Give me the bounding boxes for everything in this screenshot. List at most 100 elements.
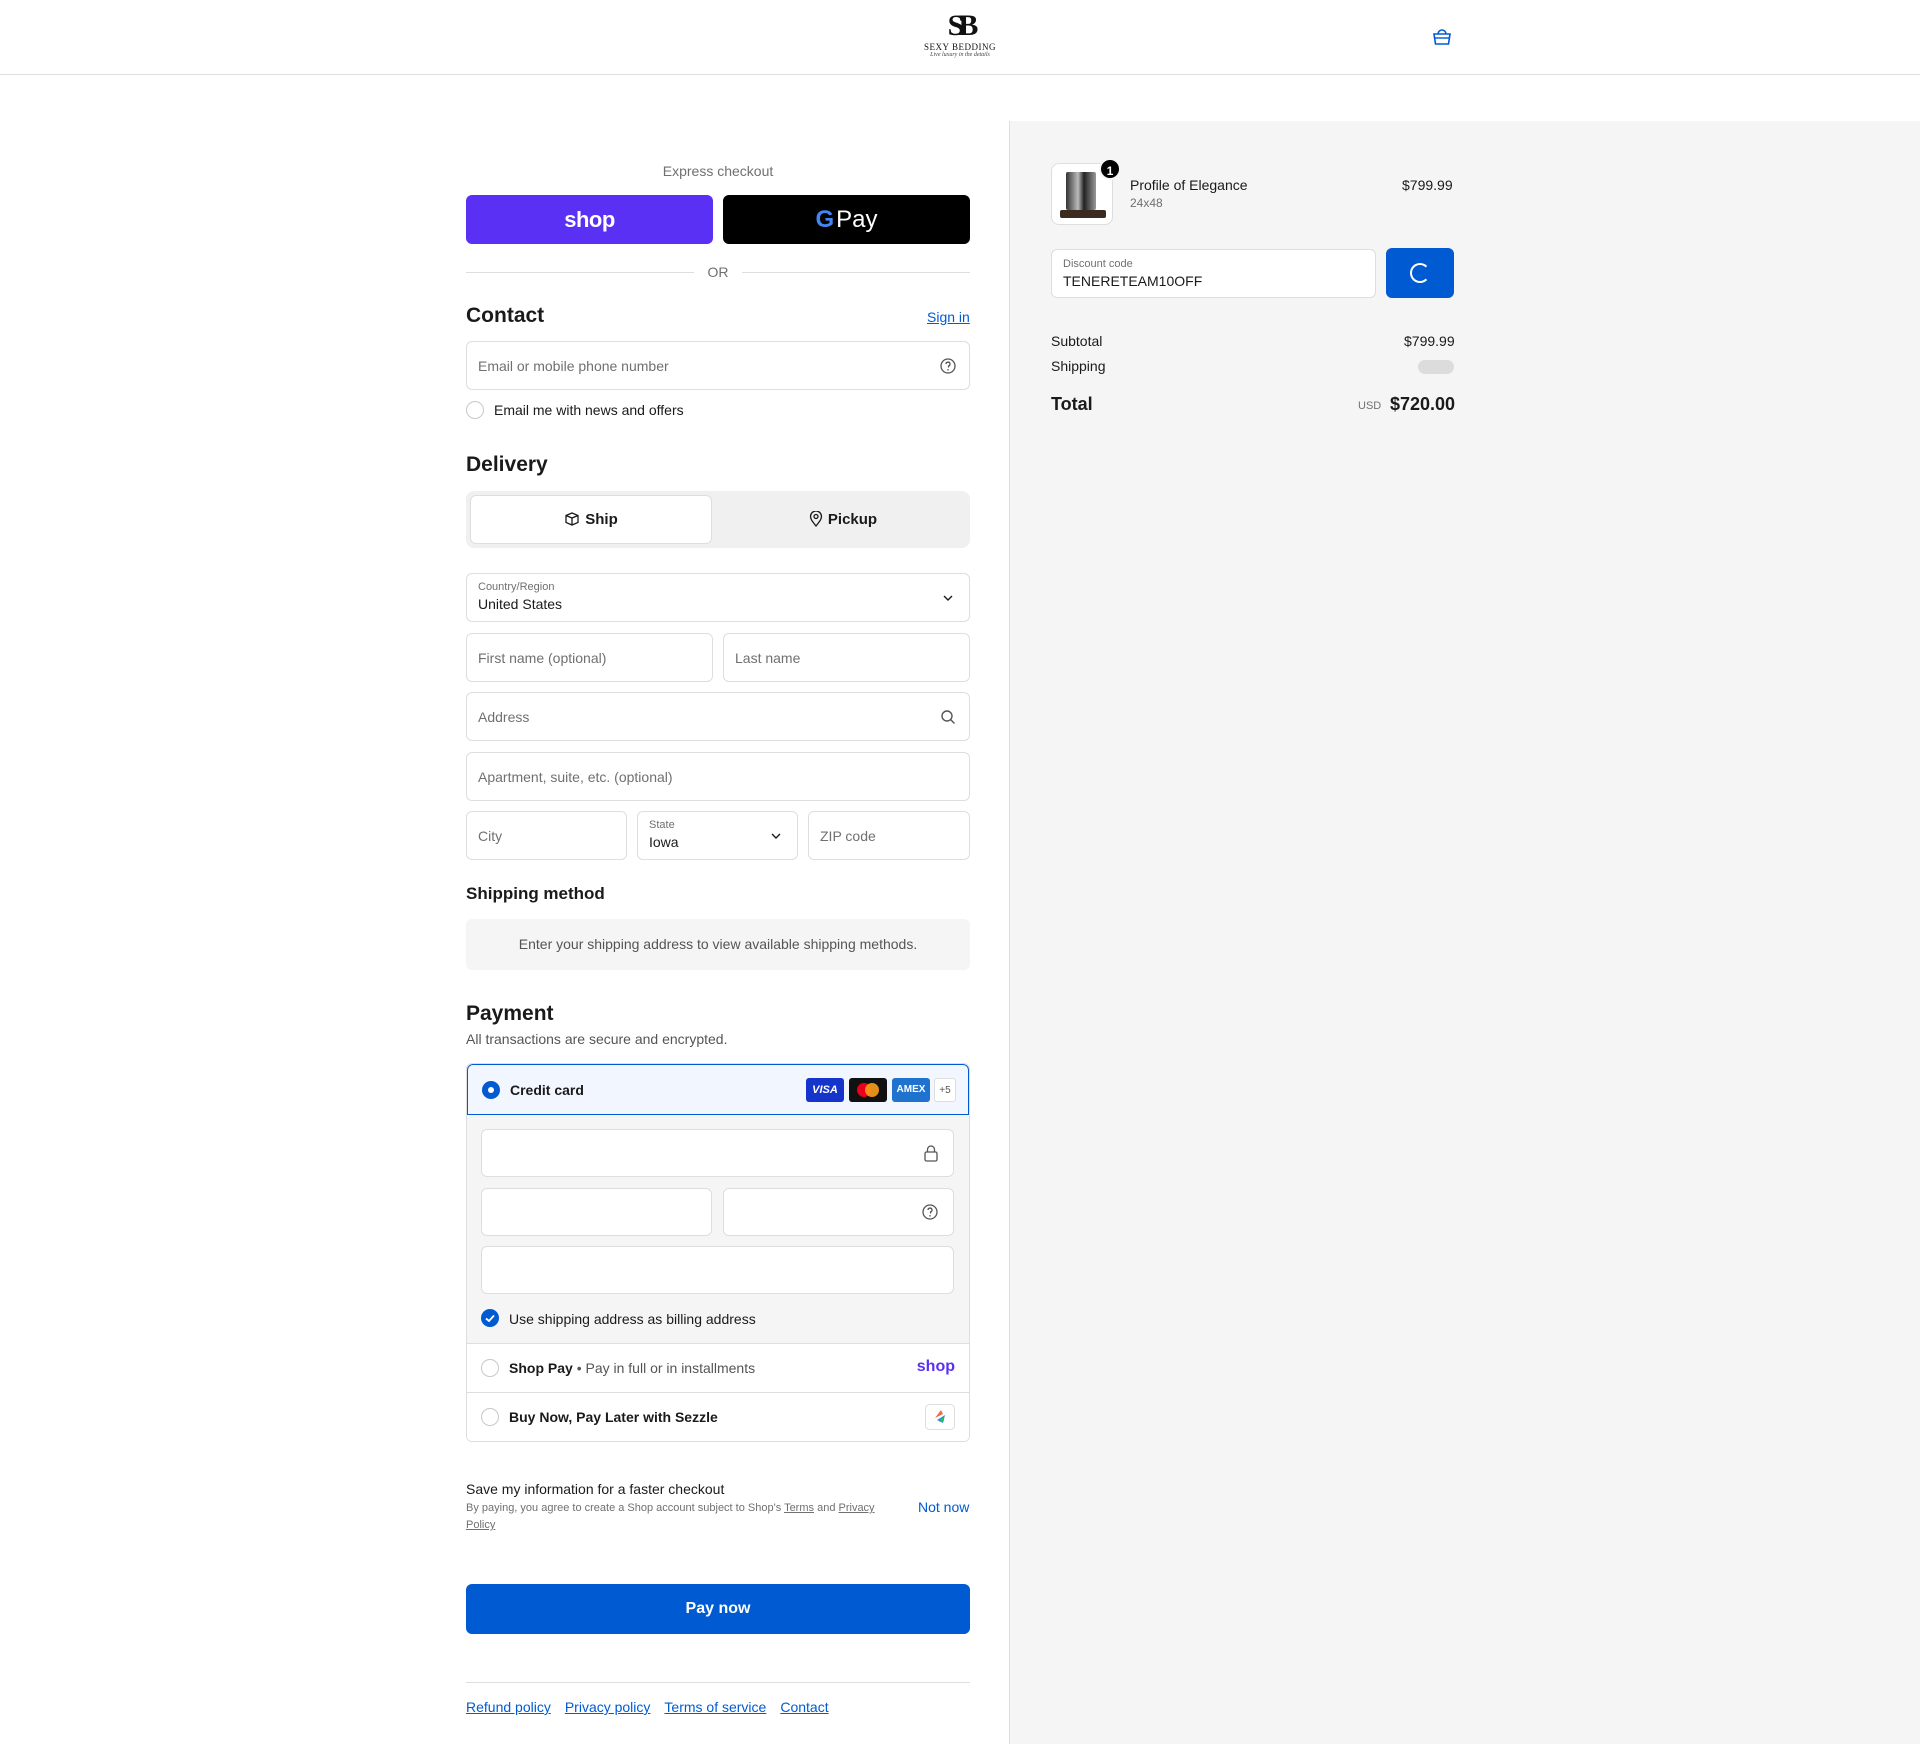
not-now-button[interactable]: Not now — [918, 1499, 969, 1515]
terms-of-service-link[interactable]: Terms of service — [664, 1699, 766, 1715]
location-pin-icon — [809, 511, 823, 527]
sezzle-radio[interactable] — [481, 1408, 499, 1426]
shop-pay-logo: shop — [916, 1358, 955, 1375]
pickup-option[interactable]: Pickup — [720, 495, 966, 544]
contact-heading: Contact — [466, 304, 545, 327]
help-circle-icon[interactable] — [939, 357, 957, 375]
shipping-label: Shipping — [1051, 358, 1106, 374]
city-placeholder: City — [478, 828, 503, 844]
credit-card-radio[interactable] — [482, 1081, 500, 1099]
shop-pay-subtitle: • Pay in full or in installments — [576, 1360, 756, 1376]
payment-subtitle: All transactions are secure and encrypte… — [466, 1031, 728, 1047]
card-number-field[interactable] — [481, 1129, 954, 1177]
email-field[interactable]: Email or mobile phone number — [466, 341, 970, 390]
product-name: Profile of Elegance — [1130, 177, 1248, 193]
news-offers-checkbox[interactable] — [466, 401, 484, 419]
city-field[interactable]: City — [466, 811, 627, 860]
zip-placeholder: ZIP code — [820, 828, 876, 844]
shop-pay-radio[interactable] — [481, 1359, 499, 1377]
quantity-badge: 1 — [1099, 158, 1121, 180]
or-divider: OR — [466, 262, 970, 282]
news-offers-label: Email me with news and offers — [494, 402, 684, 418]
store-logo[interactable]: SB SEXY BEDDING Live luxury in the detai… — [920, 9, 1000, 60]
shipping-loading-placeholder — [1418, 360, 1454, 374]
sezzle-option[interactable]: Buy Now, Pay Later with Sezzle — [467, 1392, 969, 1441]
pickup-label: Pickup — [827, 511, 878, 528]
payment-methods: Credit card VISA MC AMEX +5 Use sh — [466, 1063, 970, 1442]
help-circle-icon[interactable] — [921, 1203, 939, 1221]
ship-option[interactable]: Ship — [470, 495, 712, 544]
loading-spinner-icon — [1410, 263, 1430, 283]
product-image-frame — [1066, 172, 1096, 210]
shop-pay-label: Shop Pay — [509, 1360, 573, 1376]
discount-code-label: Discount code — [1063, 258, 1133, 270]
more-cards-badge: +5 — [934, 1078, 956, 1102]
total-currency: USD — [1358, 400, 1382, 412]
shop-pay-option[interactable]: Shop Pay • Pay in full or in installment… — [467, 1343, 969, 1392]
zip-field[interactable]: ZIP code — [808, 811, 970, 860]
header: SB SEXY BEDDING Live luxury in the detai… — [0, 0, 1920, 75]
legal-text: By paying, you agree to create a Shop ac… — [466, 1502, 782, 1514]
apply-discount-button[interactable] — [1386, 248, 1454, 298]
logo-brand: SEXY BEDDING — [924, 42, 996, 52]
order-summary-panel — [1009, 121, 1920, 1744]
state-label: State — [649, 819, 675, 831]
visa-icon: VISA — [806, 1078, 844, 1102]
box-icon — [565, 512, 579, 526]
save-info-title: Save my information for a faster checkou… — [466, 1481, 725, 1497]
sezzle-logo-icon — [925, 1404, 955, 1430]
last-name-placeholder: Last name — [735, 650, 801, 666]
delivery-heading: Delivery — [466, 453, 548, 476]
legal-and: and — [817, 1502, 836, 1514]
discount-code-input[interactable]: Discount code TENERETEAM10OFF — [1051, 249, 1376, 298]
last-name-field[interactable]: Last name — [723, 633, 970, 682]
ship-label: Ship — [585, 511, 618, 528]
total-value: $720.00 — [1390, 394, 1456, 414]
first-name-field[interactable]: First name (optional) — [466, 633, 713, 682]
product-price: $799.99 — [1402, 177, 1453, 193]
address-field[interactable]: Address — [466, 692, 970, 741]
lock-icon — [924, 1145, 938, 1162]
subtotal-label: Subtotal — [1051, 333, 1103, 349]
total-label: Total — [1051, 394, 1093, 414]
sign-in-link[interactable]: Sign in — [927, 309, 970, 325]
apartment-placeholder: Apartment, suite, etc. (optional) — [478, 769, 673, 785]
apartment-field[interactable]: Apartment, suite, etc. (optional) — [466, 752, 970, 801]
shop-pay-text: Shop Pay • Pay in full or in installment… — [509, 1360, 755, 1376]
country-select[interactable]: Country/Region United States — [466, 573, 970, 622]
terms-link[interactable]: Terms — [784, 1502, 814, 1514]
first-name-placeholder: First name (optional) — [478, 650, 607, 666]
footer-links: Refund policy Privacy policy Terms of serv… — [466, 1699, 843, 1715]
mastercard-circles — [857, 1083, 879, 1097]
pay-now-button[interactable]: Pay now — [466, 1584, 970, 1634]
footer-divider — [466, 1682, 970, 1683]
product-image-base — [1060, 210, 1106, 218]
search-icon — [941, 710, 955, 724]
state-select[interactable]: State Iowa — [637, 811, 798, 860]
contact-link[interactable]: Contact — [780, 1699, 828, 1715]
logo-monogram: SB — [947, 9, 979, 42]
credit-card-option[interactable]: Credit card VISA MC AMEX +5 — [467, 1064, 969, 1115]
product-variant: 24x48 — [1130, 196, 1163, 210]
amex-icon: AMEX — [892, 1078, 930, 1102]
shipping-method-heading: Shipping method — [466, 884, 605, 903]
subtotal-value: $799.99 — [1404, 333, 1455, 349]
express-checkout-title: Express checkout — [662, 163, 774, 179]
billing-same-checkbox[interactable] — [481, 1309, 499, 1327]
privacy-policy-footer-link[interactable]: Privacy policy — [565, 1699, 651, 1715]
mastercard-icon: MC — [849, 1078, 887, 1102]
email-placeholder: Email or mobile phone number — [478, 358, 669, 374]
expiration-date-field[interactable] — [481, 1188, 712, 1236]
google-pay-button[interactable]: GPay — [723, 195, 970, 244]
google-pay-label: Pay — [836, 206, 878, 233]
address-placeholder: Address — [478, 709, 530, 725]
security-code-field[interactable] — [723, 1188, 954, 1236]
delivery-method-toggle: Ship Pickup — [466, 491, 970, 548]
or-text: OR — [707, 264, 729, 280]
cart-icon[interactable] — [1432, 28, 1452, 46]
country-value: United States — [478, 596, 563, 612]
credit-card-form: Use shipping address as billing address — [467, 1115, 969, 1343]
shop-pay-express-button[interactable]: shop — [466, 195, 713, 244]
name-on-card-field[interactable] — [481, 1246, 954, 1294]
refund-policy-link[interactable]: Refund policy — [466, 1699, 551, 1715]
